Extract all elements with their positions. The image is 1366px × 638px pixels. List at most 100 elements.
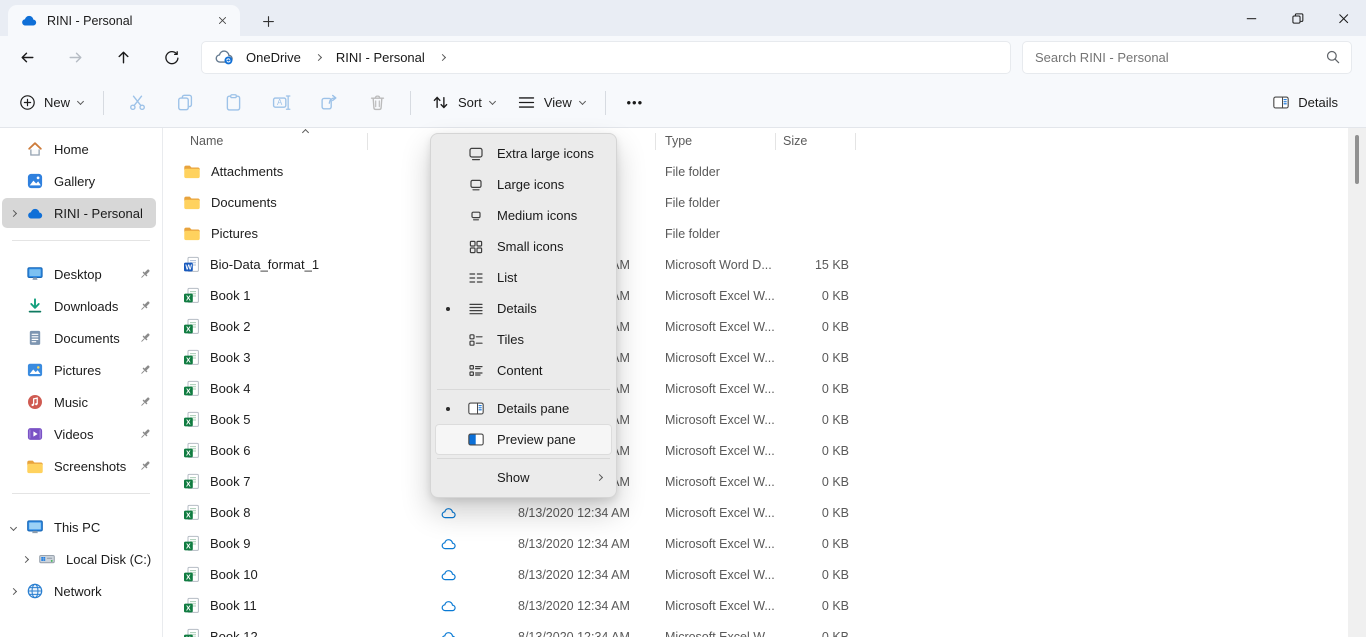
sidebar-item-rini-personal[interactable]: RINI - Personal [2, 198, 156, 228]
menu-item-label: Tiles [497, 332, 612, 347]
excel-file-icon: X [183, 535, 200, 552]
file-row[interactable]: XBook 108/13/2020 12:34 AMMicrosoft Exce… [163, 559, 1366, 590]
share-button[interactable] [307, 85, 351, 121]
file-row[interactable]: XBook 28/13/2020 12:34 AMMicrosoft Excel… [163, 311, 1366, 342]
sidebar-item-screenshots[interactable]: Screenshots [2, 451, 156, 481]
scrollbar-thumb[interactable] [1355, 135, 1359, 184]
column-divider[interactable] [855, 133, 856, 150]
file-row[interactable]: XBook 68/13/2020 12:34 AMMicrosoft Excel… [163, 435, 1366, 466]
column-divider[interactable] [367, 133, 368, 150]
view-menu-item-content[interactable]: Content [435, 355, 612, 386]
view-menu-item-show[interactable]: Show [435, 462, 612, 493]
paste-button[interactable] [211, 85, 255, 121]
view-menu-item-extra-large-icons[interactable]: Extra large icons [435, 138, 612, 169]
large-icons-icon [461, 176, 491, 194]
column-header-type[interactable]: Type [665, 134, 692, 148]
home-icon [24, 140, 46, 158]
file-row[interactable]: XBook 48/13/2020 12:34 AMMicrosoft Excel… [163, 373, 1366, 404]
sidebar-item-downloads[interactable]: Downloads [2, 291, 156, 321]
search-input[interactable] [1035, 50, 1325, 65]
sidebar-item-home[interactable]: Home [2, 134, 156, 164]
sidebar-item-network[interactable]: Network [2, 576, 156, 606]
up-button[interactable] [105, 41, 141, 73]
restore-button[interactable] [1274, 0, 1320, 36]
file-size: 0 KB [761, 342, 849, 373]
chevron-right-icon[interactable] [21, 555, 28, 562]
view-menu-item-details[interactable]: Details [435, 293, 612, 324]
sidebar-item-documents[interactable]: Documents [2, 323, 156, 353]
file-row[interactable]: XBook 78/13/2020 12:34 AMMicrosoft Excel… [163, 466, 1366, 497]
refresh-button[interactable] [153, 41, 189, 73]
sidebar-item-music[interactable]: Music [2, 387, 156, 417]
view-menu-item-preview-pane[interactable]: Preview pane [435, 424, 612, 455]
view-button[interactable]: View [506, 85, 596, 121]
close-button[interactable] [1320, 0, 1366, 36]
more-options-button[interactable]: ••• [615, 95, 655, 110]
sidebar-item-local-disk-c[interactable]: Local Disk (C:) [2, 544, 156, 574]
breadcrumb-current[interactable]: RINI - Personal [332, 50, 429, 65]
file-row[interactable]: XBook 98/13/2020 12:34 AMMicrosoft Excel… [163, 528, 1366, 559]
forward-button[interactable] [57, 41, 93, 73]
file-row[interactable]: XBook 88/13/2020 12:34 AMMicrosoft Excel… [163, 497, 1366, 528]
chevron-right-icon[interactable] [9, 209, 16, 216]
explorer-body: HomeGallery RINI - Personal Desktop Downloa… [0, 128, 1366, 637]
sidebar-item-pictures[interactable]: Pictures [2, 355, 156, 385]
sidebar-item-label: Desktop [54, 267, 134, 282]
sort-button[interactable]: Sort [420, 85, 506, 121]
view-menu-item-list[interactable]: List [435, 262, 612, 293]
file-row[interactable]: PicturesFile folder [163, 218, 1366, 249]
vertical-scrollbar[interactable] [1348, 128, 1366, 637]
new-button[interactable]: New [8, 85, 94, 121]
desktop-icon [24, 265, 46, 283]
file-row[interactable]: XBook 18/13/2020 12:34 AMMicrosoft Excel… [163, 280, 1366, 311]
new-tab-button[interactable] [254, 7, 282, 35]
file-row[interactable]: XBook 38/13/2020 12:34 AMMicrosoft Excel… [163, 342, 1366, 373]
address-bar[interactable]: OneDrive RINI - Personal [201, 41, 1011, 74]
back-button[interactable] [9, 41, 45, 73]
column-header-size[interactable]: Size [783, 134, 807, 148]
copy-button[interactable] [163, 85, 207, 121]
breadcrumb-chevron-icon[interactable] [315, 53, 322, 60]
chevron-down-icon[interactable] [9, 523, 16, 530]
file-row[interactable]: DocumentsFile folder [163, 187, 1366, 218]
breadcrumb-chevron-icon[interactable] [439, 53, 446, 60]
minimize-button[interactable] [1228, 0, 1274, 36]
excel-file-icon: X [183, 628, 200, 637]
tab-close-icon[interactable] [210, 9, 234, 33]
cut-button[interactable] [115, 85, 159, 121]
column-divider[interactable] [655, 133, 656, 150]
file-name: Pictures [211, 226, 258, 241]
breadcrumb-onedrive[interactable]: OneDrive [242, 50, 305, 65]
sidebar-item-desktop[interactable]: Desktop [2, 259, 156, 289]
navigation-bar: OneDrive RINI - Personal [0, 36, 1366, 78]
sidebar-item-this-pc[interactable]: This PC [2, 512, 156, 542]
sidebar-item-label: Videos [54, 427, 134, 442]
file-row[interactable]: XBook 118/13/2020 12:34 AMMicrosoft Exce… [163, 590, 1366, 621]
sidebar-item-label: RINI - Personal [54, 206, 156, 221]
sidebar-item-videos[interactable]: Videos [2, 419, 156, 449]
file-name-cell: XBook 3 [183, 342, 250, 373]
view-menu-item-small-icons[interactable]: Small icons [435, 231, 612, 262]
column-divider[interactable] [775, 133, 776, 150]
selected-bullet-icon [446, 307, 450, 311]
view-menu-item-large-icons[interactable]: Large icons [435, 169, 612, 200]
sidebar-item-gallery[interactable]: Gallery [2, 166, 156, 196]
svg-text:X: X [186, 357, 191, 364]
view-menu-item-medium-icons[interactable]: Medium icons [435, 200, 612, 231]
file-row[interactable]: WBio-Data_format_18/13/2020 12:34 AMMicr… [163, 249, 1366, 280]
file-row[interactable]: XBook 128/13/2020 12:34 AMMicrosoft Exce… [163, 621, 1366, 637]
search-box[interactable] [1022, 41, 1352, 74]
file-row[interactable]: AttachmentsFile folder [163, 156, 1366, 187]
file-name-cell: Attachments [183, 156, 283, 187]
view-menu-item-details-pane[interactable]: Details pane [435, 393, 612, 424]
chevron-right-icon[interactable] [9, 587, 16, 594]
file-name: Book 8 [210, 505, 250, 520]
column-header-name[interactable]: Name [190, 134, 223, 148]
folder-icon [24, 459, 46, 474]
view-menu-item-tiles[interactable]: Tiles [435, 324, 612, 355]
rename-button[interactable]: A [259, 85, 303, 121]
explorer-tab[interactable]: RINI - Personal [8, 5, 240, 36]
file-row[interactable]: XBook 58/13/2020 12:34 AMMicrosoft Excel… [163, 404, 1366, 435]
delete-button[interactable] [355, 85, 399, 121]
details-pane-toggle-button[interactable]: Details [1262, 85, 1348, 121]
